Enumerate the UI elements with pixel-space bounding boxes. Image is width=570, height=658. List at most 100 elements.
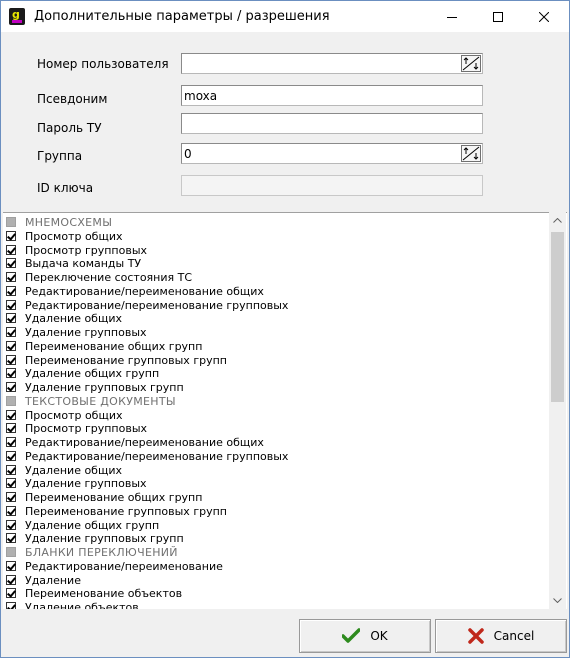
category-label: МНЕМОСХЕМЫ xyxy=(25,216,113,229)
cancel-button[interactable]: Cancel xyxy=(435,619,567,653)
user-number-spin-button[interactable] xyxy=(461,55,481,72)
permission-label: Редактирование/переименование общих xyxy=(25,436,264,449)
permission-checkbox[interactable] xyxy=(6,574,16,585)
permission-checkbox[interactable] xyxy=(6,409,16,420)
chevron-up-icon xyxy=(553,218,562,223)
permission-checkbox[interactable] xyxy=(6,258,16,269)
user-number-input[interactable] xyxy=(184,56,192,71)
group-label: Группа xyxy=(37,149,83,163)
permission-label: Удаление групповых групп xyxy=(25,381,184,394)
user-settings-form: Номер пользователя Псевдоним Пароль ТУ Г… xyxy=(1,32,569,212)
minimize-icon xyxy=(447,16,457,18)
permission-checkbox[interactable] xyxy=(6,588,16,599)
permission-label: Просмотр групповых xyxy=(25,243,148,257)
dialog-footer: OK Cancel xyxy=(1,609,569,657)
permission-label: Редактирование/переименование общих xyxy=(25,284,264,298)
user-number-label: Номер пользователя xyxy=(37,57,169,71)
key-id-field[interactable] xyxy=(181,175,483,196)
permission-checkbox[interactable] xyxy=(6,464,16,475)
cancel-label: Cancel xyxy=(493,629,535,643)
permission-label: Переименование общих групп xyxy=(25,491,203,504)
scroll-thumb[interactable] xyxy=(551,232,564,402)
category-checkbox[interactable] xyxy=(6,547,16,557)
permission-checkbox[interactable] xyxy=(6,382,16,392)
permission-label: Удаление групповых групп xyxy=(25,532,184,546)
close-icon xyxy=(539,11,549,22)
scroll-down-button[interactable] xyxy=(549,592,566,609)
group-spin-button[interactable] xyxy=(461,145,481,162)
permission-label: Удаление xyxy=(25,573,81,587)
permission-label: Выдача команды ТУ xyxy=(25,257,142,271)
permission-label: Редактирование/переименование групповых xyxy=(25,449,289,463)
permission-checkbox[interactable] xyxy=(6,450,16,461)
scroll-up-button[interactable] xyxy=(549,212,566,229)
permission-checkbox[interactable] xyxy=(6,244,16,255)
permission-checkbox[interactable] xyxy=(6,478,16,489)
permission-checkbox[interactable] xyxy=(6,437,16,447)
key-id-input[interactable] xyxy=(184,178,444,193)
permission-label: Редактирование/переименование групповых xyxy=(25,298,289,312)
permission-checkbox[interactable] xyxy=(6,230,16,241)
category-label: БЛАНКИ ПЕРЕКЛЮЧЕНИЙ xyxy=(25,546,178,559)
permission-checkbox[interactable] xyxy=(6,492,16,502)
permission-checkbox[interactable] xyxy=(6,368,16,379)
title-bar[interactable]: g Дополнительные параметры / разрешения xyxy=(1,1,569,32)
tu-password-input[interactable] xyxy=(184,116,444,131)
category-checkbox[interactable] xyxy=(6,395,16,406)
ok-label: OK xyxy=(370,629,388,643)
permission-label: Переименование групповых групп xyxy=(25,504,227,518)
permission-checkbox[interactable] xyxy=(6,285,16,296)
key-id-label: ID ключа xyxy=(37,181,94,195)
alias-input[interactable] xyxy=(184,88,444,103)
permission-label: Переименование объектов xyxy=(25,587,183,601)
window-title: Дополнительные параметры / разрешения xyxy=(34,9,330,24)
category-label: ТЕКСТОВЫЕ ДОКУМЕНТЫ xyxy=(25,394,176,408)
maximize-icon xyxy=(493,11,503,22)
permission-checkbox[interactable] xyxy=(6,533,16,544)
permission-checkbox[interactable] xyxy=(6,423,16,434)
permission-label: Просмотр общих xyxy=(25,408,123,422)
checkmark-icon xyxy=(342,628,361,644)
permissions-dialog: g Дополнительные параметры / разрешения … xyxy=(0,0,570,658)
group-field[interactable] xyxy=(181,143,483,164)
permission-label: Редактирование/переименование xyxy=(25,559,223,573)
permission-checkbox[interactable] xyxy=(6,354,16,365)
permission-checkbox[interactable] xyxy=(6,519,16,530)
permission-checkbox[interactable] xyxy=(6,340,16,351)
permission-checkbox[interactable] xyxy=(6,560,16,571)
permission-label: Удаление общих групп xyxy=(25,367,160,381)
permission-label: Удаление общих xyxy=(25,312,122,326)
permissions-scrollbar[interactable] xyxy=(549,212,566,609)
chevron-down-icon xyxy=(553,598,562,603)
spin-arrows-icon xyxy=(462,146,480,161)
maximize-button[interactable] xyxy=(475,1,521,32)
ok-button[interactable]: OK xyxy=(299,619,431,653)
permission-checkbox[interactable] xyxy=(6,505,16,516)
spin-arrows-icon xyxy=(462,56,480,71)
close-button[interactable] xyxy=(521,1,567,32)
permissions-list[interactable]: МНЕМОСХЕМЫ Просмотр общих Просмотр группов… xyxy=(3,212,567,610)
permission-checkbox[interactable] xyxy=(6,299,16,310)
permission-label: Переключение состояния ТС xyxy=(25,271,193,284)
app-icon: g xyxy=(9,8,25,25)
tu-password-field[interactable] xyxy=(181,113,483,134)
category-checkbox[interactable] xyxy=(6,217,16,227)
permission-label: Удаление групповых xyxy=(25,477,147,491)
permission-label: Удаление общих групп xyxy=(25,518,160,532)
permission-checkbox[interactable] xyxy=(6,313,16,324)
permission-label: Переименование групповых групп xyxy=(25,353,227,367)
x-icon xyxy=(467,628,484,644)
alias-label: Псевдоним xyxy=(37,92,108,106)
permission-label: Просмотр общих xyxy=(25,229,123,243)
permission-label: Удаление групповых xyxy=(25,326,147,339)
permission-label: Удаление общих xyxy=(25,463,122,477)
user-number-field[interactable] xyxy=(181,53,483,74)
group-input[interactable] xyxy=(184,146,444,161)
permission-label: Просмотр групповых xyxy=(25,422,148,436)
permission-checkbox[interactable] xyxy=(6,272,16,282)
permission-label: Переименование общих групп xyxy=(25,339,203,353)
permission-checkbox[interactable] xyxy=(6,327,16,337)
minimize-button[interactable] xyxy=(429,1,475,32)
alias-field[interactable] xyxy=(181,85,483,106)
tu-password-label: Пароль ТУ xyxy=(37,121,102,135)
